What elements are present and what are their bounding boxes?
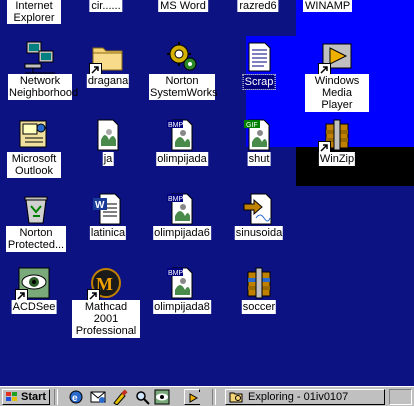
desktop-icon-norton-systemworks[interactable]: Norton SystemWorks — [148, 36, 218, 106]
icon-label: olimpijada6 — [153, 226, 211, 240]
icon-label: sinusoida — [234, 226, 284, 240]
desktop-icon-shut[interactable]: GIF shut — [225, 114, 293, 184]
outlook-express-icon[interactable] — [90, 389, 106, 405]
desktop-icon-mathcad-2001-professional[interactable]: M Mathcad 2001 Professional — [72, 262, 140, 338]
icon-label: MS Word — [158, 0, 208, 12]
taskbar-separator — [212, 389, 216, 405]
icon-label: Windows Media Player — [305, 74, 369, 112]
desktop-icon-razred6[interactable]: razred6 — [224, 0, 292, 14]
desktop-icon-acdsee[interactable]: ACDSee — [0, 262, 68, 332]
svg-text:BMP: BMP — [168, 122, 184, 129]
desktop-icon-norton-protected[interactable]: Norton Protected... — [2, 188, 70, 258]
icon-label: soccer — [241, 300, 277, 314]
icon-label: razred6 — [237, 0, 279, 12]
desktop-icon-network-neighborhood[interactable]: Network Neighborhood — [6, 36, 79, 106]
explorer-folder-icon — [229, 392, 243, 403]
acdsee-eye-icon — [15, 266, 51, 302]
icon-label: dragana — [86, 74, 130, 88]
mathcad-icon: M — [87, 266, 123, 302]
icon-label: olimpijada — [156, 152, 208, 166]
media-player-icon[interactable] — [184, 389, 200, 405]
desktop-icon-soccer[interactable]: soccer — [225, 262, 293, 332]
icon-label: Norton SystemWorks — [149, 74, 218, 100]
start-label: Start — [21, 391, 47, 403]
image-file-icon — [91, 118, 125, 152]
desktop-icon-microsoft-outlook[interactable]: Microsoft Outlook — [0, 114, 68, 184]
desktop-icon-olimpijada6[interactable]: BMP olimpijada6 — [148, 188, 216, 258]
icon-label: ja — [102, 152, 114, 166]
icon-label: Internet Explorer — [7, 0, 61, 24]
icon-label: Mathcad 2001 Professional — [72, 300, 140, 338]
desktop-icon-dragana[interactable]: dragana — [74, 36, 142, 106]
outlook-icon — [17, 118, 51, 152]
desktop-icon-cir[interactable]: cir...... — [72, 0, 140, 14]
bmp-file-icon: BMP — [165, 192, 199, 226]
system-tray — [389, 389, 412, 405]
task-button-exploring[interactable]: Exploring - 01iv0107 — [225, 389, 385, 405]
icon-label: WINAMP — [303, 0, 353, 12]
icon-label: cir...... — [89, 0, 123, 12]
winzip-icon — [318, 118, 354, 154]
recycle-bin-icon — [19, 192, 53, 226]
svg-text:BMP: BMP — [168, 270, 184, 277]
network-computers-icon — [23, 40, 57, 74]
svg-text:BMP: BMP — [168, 196, 184, 203]
icon-label: ACDSee — [11, 300, 57, 314]
desktop-icon-internet-explorer[interactable]: Internet Explorer — [0, 0, 68, 26]
icon-label: Microsoft Outlook — [7, 152, 61, 178]
gif-file-icon: GIF — [242, 118, 276, 152]
bmp-file-icon: BMP — [165, 266, 199, 300]
search-icon[interactable] — [134, 389, 150, 405]
svg-text:W: W — [95, 200, 105, 211]
desktop-icon-sinusoida[interactable]: sinusoida — [225, 188, 293, 258]
shortcut-image-icon — [242, 192, 276, 226]
icon-label: olimpijada8 — [153, 300, 211, 314]
taskbar-separator — [54, 389, 58, 405]
icon-label: Network Neighborhood — [8, 74, 79, 100]
desktop-icon-olimpijada[interactable]: BMP olimpijada — [148, 114, 216, 184]
desktop-icon-winamp[interactable]: WINAMP — [303, 0, 371, 14]
desktop-icon-olimpijada8[interactable]: BMP olimpijada8 — [148, 262, 216, 332]
windows-flag-icon — [6, 392, 17, 401]
media-player-icon — [318, 40, 354, 76]
icon-label: Scrap — [242, 74, 276, 90]
winzip-archive-icon — [242, 266, 276, 300]
icon-label: Norton Protected... — [6, 226, 66, 252]
desktop-icon-ja[interactable]: ja — [74, 114, 142, 184]
svg-text:e: e — [72, 393, 78, 404]
desktop-icon-windows-media-player[interactable]: Windows Media Player — [303, 36, 371, 112]
word-document-icon: W — [91, 192, 125, 226]
bmp-file-icon: BMP — [165, 118, 199, 152]
desktop-icon-winzip[interactable]: WinZip — [303, 114, 371, 184]
gear-tools-icon — [165, 40, 199, 74]
taskbar: Start e Exploring - 01iv0107 — [0, 386, 414, 406]
icon-label: latinica — [89, 226, 127, 240]
icon-label: shut — [247, 152, 271, 166]
svg-text:GIF: GIF — [246, 122, 258, 129]
scrap-document-icon — [242, 40, 276, 74]
task-label: Exploring - 01iv0107 — [248, 391, 349, 403]
icon-label: WinZip — [318, 152, 356, 166]
internet-explorer-icon[interactable]: e — [68, 389, 84, 405]
desktop-icon-scrap[interactable]: Scrap — [225, 36, 293, 106]
desktop-icon-ms-word[interactable]: MS Word — [149, 0, 217, 14]
paint-icon[interactable] — [112, 389, 128, 405]
desktop-icon-latinica[interactable]: W latinica — [74, 188, 142, 258]
acdsee-icon[interactable] — [154, 389, 170, 405]
folder-icon — [89, 40, 125, 76]
start-button[interactable]: Start — [2, 389, 50, 405]
